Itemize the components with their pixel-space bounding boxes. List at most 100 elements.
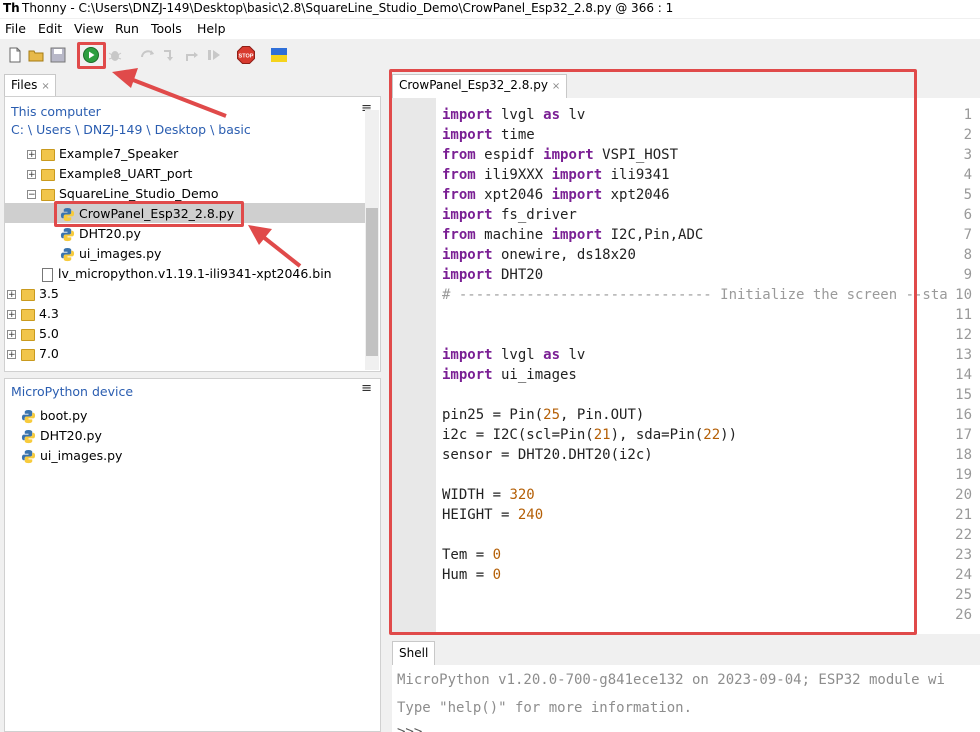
tree-item-label: 3.5 — [39, 286, 59, 301]
line-number: 19 — [955, 467, 972, 483]
expand-icon[interactable]: + — [7, 310, 16, 320]
menu-file[interactable]: File — [5, 21, 26, 36]
title-bar: Th Thonny - C:\Users\DNZJ-149\Desktop\ba… — [0, 0, 980, 18]
folder-icon — [21, 288, 35, 301]
line-number: 12 — [955, 327, 972, 343]
tree-item-4-3[interactable]: +4.3 — [7, 304, 59, 323]
line-number: 18 — [955, 447, 972, 463]
tree-item-example7-speaker[interactable]: + Example7_Speaker — [27, 144, 178, 163]
scrollbar-thumb[interactable] — [366, 208, 378, 356]
device-file-ui-images-py[interactable]: ui_images.py — [21, 446, 122, 465]
shell-prompt[interactable]: >>> — [397, 724, 422, 732]
tab-files[interactable]: Files × — [4, 74, 56, 96]
tab-shell[interactable]: Shell — [392, 641, 436, 665]
folder-icon — [41, 168, 55, 181]
thonny-logo-icon: Th — [3, 1, 20, 15]
line-number: 5 — [963, 187, 972, 203]
tree-item-3-5[interactable]: +3.5 — [7, 284, 59, 303]
folder-icon — [41, 188, 55, 201]
folder-icon — [41, 148, 55, 161]
expand-icon[interactable]: + — [27, 150, 36, 160]
line-number: 15 — [955, 387, 972, 403]
device-file-dht20-py[interactable]: DHT20.py — [21, 426, 102, 445]
resume-icon[interactable] — [206, 47, 222, 63]
device-file-label: boot.py — [40, 408, 88, 423]
files-scrollbar[interactable] — [365, 110, 379, 370]
menu-view[interactable]: View — [74, 21, 104, 36]
device-file-label: ui_images.py — [40, 448, 123, 463]
debug-icon[interactable] — [107, 47, 123, 63]
shell-line: MicroPython v1.20.0-700-g841ece132 on 20… — [397, 672, 945, 688]
files-panel: This computer ≡ C: \ Users \ DNZJ-149 \ … — [4, 96, 381, 372]
line-number: 25 — [955, 587, 972, 603]
stop-icon[interactable]: STOP — [237, 46, 255, 64]
tree-item-7-0[interactable]: +7.0 — [7, 344, 59, 363]
tree-item-label: 5.0 — [39, 326, 59, 341]
step-into-icon[interactable] — [162, 47, 178, 63]
line-number: 8 — [963, 247, 972, 263]
tree-item-label: Example7_Speaker — [59, 146, 179, 161]
expand-icon[interactable]: + — [7, 290, 16, 300]
save-icon[interactable] — [50, 47, 66, 63]
menu-run[interactable]: Run — [115, 21, 139, 36]
expand-icon[interactable]: + — [7, 350, 16, 360]
python-file-icon — [21, 449, 36, 464]
stop-icon-label: STOP — [239, 54, 254, 60]
toolbar: STOP — [0, 40, 980, 70]
new-file-icon[interactable] — [7, 47, 23, 63]
tree-item-dht20-py[interactable]: DHT20.py — [60, 224, 141, 243]
tree-item-example8-uart-port[interactable]: + Example8_UART_port — [27, 164, 192, 183]
shell-panel[interactable]: MicroPython v1.20.0-700-g841ece132 on 20… — [392, 665, 980, 732]
line-number: 23 — [955, 547, 972, 563]
line-number: 3 — [963, 147, 972, 163]
tree-item-label: ui_images.py — [79, 246, 162, 261]
device-panel-menu-icon[interactable]: ≡ — [361, 381, 372, 396]
line-number: 20 — [955, 487, 972, 503]
line-number: 7 — [963, 227, 972, 243]
ukraine-flag-icon[interactable] — [271, 47, 287, 63]
tree-item-bin-file[interactable]: lv_micropython.v1.19.1-ili9341-xpt2046.b… — [42, 264, 332, 283]
tree-item-label: 7.0 — [39, 346, 59, 361]
line-number: 24 — [955, 567, 972, 583]
step-out-icon[interactable] — [184, 47, 200, 63]
line-number: 11 — [955, 307, 972, 323]
python-file-icon — [60, 227, 75, 242]
window-title: Thonny - C:\Users\DNZJ-149\Desktop\basic… — [22, 1, 674, 15]
folder-icon — [21, 348, 35, 361]
python-file-icon — [60, 247, 75, 262]
folder-icon — [21, 328, 35, 341]
expand-icon[interactable]: + — [27, 170, 36, 180]
tree-item-label: DHT20.py — [79, 226, 141, 241]
tab-files-close-icon[interactable]: × — [41, 81, 49, 92]
step-over-icon[interactable] — [140, 47, 156, 63]
shell-tab-label: Shell — [399, 646, 429, 660]
line-number: 26 — [955, 607, 972, 623]
device-file-boot-py[interactable]: boot.py — [21, 406, 87, 425]
editor-highlight-box — [389, 69, 917, 635]
tab-files-label: Files — [11, 78, 38, 92]
folder-icon — [21, 308, 35, 321]
menu-tools[interactable]: Tools — [151, 21, 182, 36]
line-number: 1 — [963, 107, 972, 123]
menu-bar: File Edit View Run Tools Help — [0, 19, 980, 39]
breadcrumb[interactable]: C: \ Users \ DNZJ-149 \ Desktop \ basic — [11, 120, 251, 139]
line-number: 6 — [963, 207, 972, 223]
line-number: 2 — [963, 127, 972, 143]
open-file-icon[interactable] — [28, 47, 44, 63]
python-file-icon — [21, 409, 36, 424]
tree-item-5-0[interactable]: +5.0 — [7, 324, 59, 343]
file-icon — [42, 267, 53, 282]
line-number: 9 — [963, 267, 972, 283]
line-number: 17 — [955, 427, 972, 443]
tree-item-ui-images-py[interactable]: ui_images.py — [60, 244, 161, 263]
device-file-label: DHT20.py — [40, 428, 102, 443]
menu-edit[interactable]: Edit — [38, 21, 62, 36]
python-file-icon — [21, 429, 36, 444]
this-computer-header: This computer — [11, 104, 101, 119]
expand-icon[interactable]: + — [7, 330, 16, 340]
menu-help[interactable]: Help — [197, 21, 226, 36]
line-number: 16 — [955, 407, 972, 423]
micropython-device-header: MicroPython device — [11, 384, 134, 399]
run-button-highlight-box — [77, 42, 106, 69]
collapse-icon[interactable]: − — [27, 190, 36, 200]
